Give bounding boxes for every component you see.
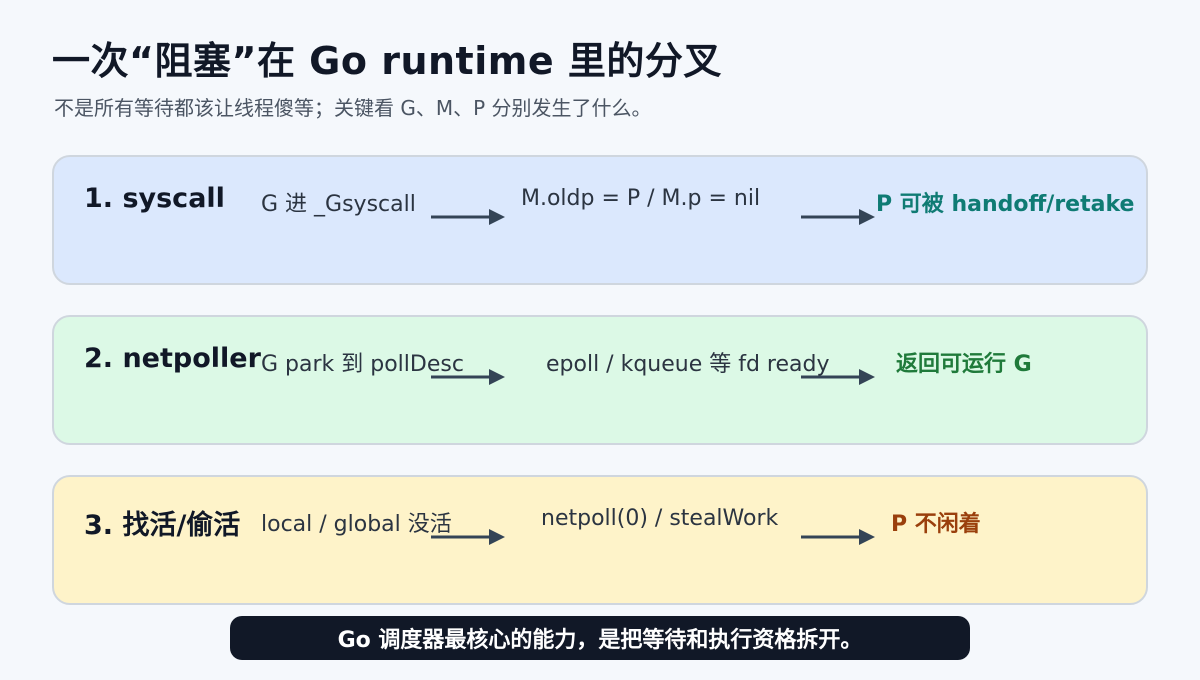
row-step-1: G 进 _Gsyscall <box>261 192 416 217</box>
row-step-2: netpoll(0) / stealWork <box>541 506 779 531</box>
summary-banner: Go 调度器最核心的能力，是把等待和执行资格拆开。 <box>230 616 970 660</box>
row-title: 1. syscall <box>84 183 225 214</box>
row-result: 返回可运行 G <box>896 352 1032 377</box>
row-title: 2. netpoller <box>84 343 261 374</box>
row-title: 3. 找活/偷活 <box>84 510 241 541</box>
row-result: P 不闲着 <box>891 512 981 537</box>
page-subtitle: 不是所有等待都该让线程傻等；关键看 G、M、P 分别发生了什么。 <box>54 96 652 120</box>
row-step-2: epoll / kqueue 等 fd ready <box>546 352 830 377</box>
row-result: P 可被 handoff/retake <box>876 192 1135 217</box>
row-find-work: 3. 找活/偷活 local / global 没活 netpoll(0) / … <box>52 475 1148 605</box>
row-syscall: 1. syscall G 进 _Gsyscall M.oldp = P / M.… <box>52 155 1148 285</box>
arrow-icon <box>431 369 505 385</box>
row-step-2: M.oldp = P / M.p = nil <box>521 186 761 211</box>
row-netpoller: 2. netpoller G park 到 pollDesc epoll / k… <box>52 315 1148 445</box>
arrow-icon <box>431 209 505 225</box>
arrow-icon <box>801 209 875 225</box>
arrow-icon <box>431 529 505 545</box>
page-title: 一次“阻塞”在 Go runtime 里的分叉 <box>52 39 722 83</box>
row-step-1: local / global 没活 <box>261 512 452 537</box>
arrow-icon <box>801 529 875 545</box>
arrow-icon <box>801 369 875 385</box>
